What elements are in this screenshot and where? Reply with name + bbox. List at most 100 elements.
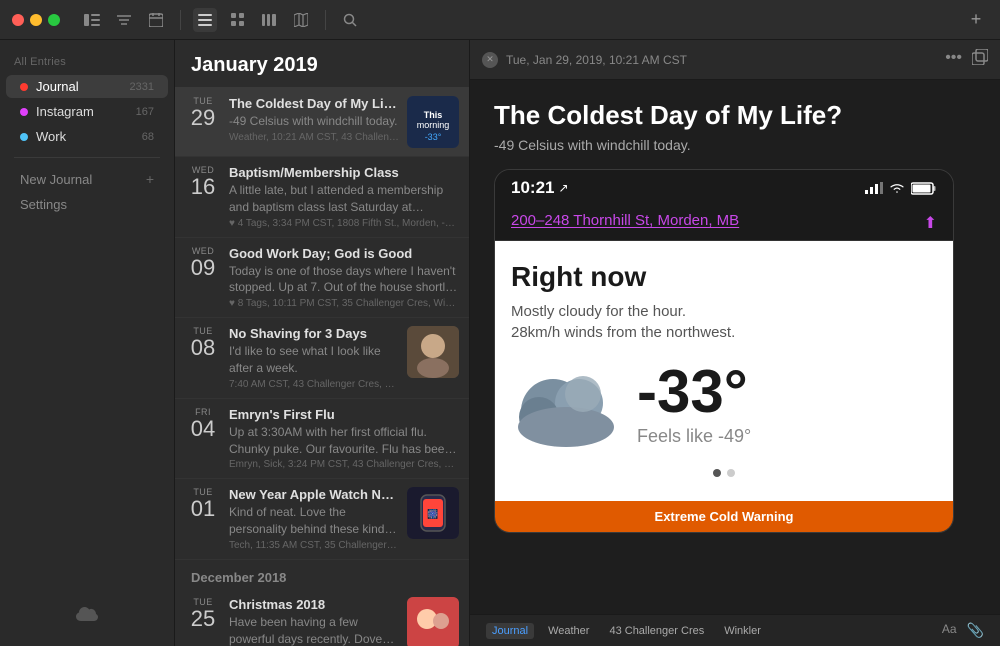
entry-day-jan01: 01 [191, 497, 215, 521]
detail-subtitle: -49 Celsius with windchill today. [494, 137, 976, 153]
entry-day-jan29: 29 [191, 106, 215, 130]
new-entry-button[interactable]: + [964, 8, 988, 32]
cloud-sync-icon [0, 597, 174, 634]
entry-meta-jan01: Tech, 11:35 AM CST, 35 Challenger Cres, … [229, 540, 399, 551]
entry-content-jan29: The Coldest Day of My Life? -49 Celsius … [229, 96, 399, 143]
phone-mockup: 10:21 ↗ [494, 169, 954, 533]
wifi-icon [889, 182, 905, 194]
sidebar-all-entries-label[interactable]: All Entries [0, 52, 174, 74]
svg-text:-33°: -33° [425, 132, 442, 142]
font-size-icon[interactable]: Aa [942, 622, 957, 639]
entry-item-jan29[interactable]: TUE 29 The Coldest Day of My Life? -49 C… [175, 88, 469, 157]
detail-more-icon[interactable]: ••• [945, 49, 962, 70]
dot-1 [713, 469, 721, 477]
entry-title-jan08: No Shaving for 3 Days [229, 326, 399, 341]
close-button[interactable] [12, 14, 24, 26]
attach-icon[interactable]: 📎 [967, 622, 984, 639]
entry-content-jan04: Emryn's First Flu Up at 3:30AM with her … [229, 407, 459, 471]
detail-title: The Coldest Day of My Life? [494, 100, 976, 131]
carousel-dots [511, 461, 937, 485]
maximize-button[interactable] [48, 14, 60, 26]
titlebar: + [0, 0, 1000, 40]
share-icon[interactable]: ⬆ [924, 213, 937, 233]
work-label: Work [36, 129, 142, 144]
cold-warning-bar: Extreme Cold Warning [495, 501, 953, 532]
calendar-icon[interactable] [144, 8, 168, 32]
entry-day-jan08: 08 [191, 336, 215, 360]
entry-meta-jan09: ♥ 8 Tags, 10:11 PM CST, 35 Challenger Cr… [229, 298, 459, 309]
map-view-icon[interactable] [289, 8, 313, 32]
journal-label: Journal [36, 79, 130, 94]
entry-item-jan16[interactable]: WED 16 Baptism/Membership Class A little… [175, 157, 469, 238]
sidebar-item-journal[interactable]: Journal 2331 [6, 75, 168, 98]
entry-meta-jan16: ♥ 4 Tags, 3:34 PM CST, 1808 Fifth St., M… [229, 218, 459, 229]
temperature-value: -33° [637, 362, 751, 422]
phone-time: 10:21 [511, 178, 554, 198]
entry-item-dec25[interactable]: TUE 25 Christmas 2018 Have been having a… [175, 589, 469, 646]
detail-footer: Journal Weather 43 Challenger Cres Winkl… [470, 614, 1000, 646]
sidebar-item-new-journal[interactable]: New Journal + [6, 167, 168, 191]
entry-day-dec25: 25 [191, 607, 215, 631]
column-view-icon[interactable] [257, 8, 281, 32]
entry-preview-jan08: I'd like to see what I look like after a… [229, 343, 399, 377]
detail-close-button[interactable]: ✕ [482, 52, 498, 68]
work-count: 68 [142, 131, 154, 143]
sidebar-item-settings[interactable]: Settings [6, 193, 168, 216]
month-header-dec2018: December 2018 [175, 560, 469, 589]
svg-text:This: This [424, 110, 443, 120]
temp-display: -33° Feels like -49° [637, 362, 751, 447]
phone-signal-icons [865, 182, 937, 195]
detail-pane: ✕ Tue, Jan 29, 2019, 10:21 AM CST ••• Th… [470, 40, 1000, 646]
settings-label: Settings [20, 197, 67, 212]
entry-day-jan16: 16 [191, 175, 215, 199]
entry-item-jan08[interactable]: TUE 08 No Shaving for 3 Days I'd like to… [175, 318, 469, 399]
footer-tag-weather[interactable]: Weather [542, 623, 595, 639]
footer-tag-city[interactable]: Winkler [718, 623, 767, 639]
toolbar-separator-2 [325, 10, 326, 30]
entry-meta-jan08: 7:40 AM CST, 43 Challenger Cres, Winkler… [229, 379, 399, 390]
entry-content-jan08: No Shaving for 3 Days I'd like to see wh… [229, 326, 399, 390]
entry-preview-jan09: Today is one of those days where I haven… [229, 263, 459, 297]
entry-list-header: January 2019 [175, 40, 469, 88]
journal-dot [20, 83, 28, 91]
footer-tag-journal[interactable]: Journal [486, 623, 534, 639]
new-journal-icon: + [146, 171, 154, 187]
entry-content-dec25: Christmas 2018 Have been having a few po… [229, 597, 399, 646]
entry-title-jan16: Baptism/Membership Class [229, 165, 459, 180]
entry-item-jan01[interactable]: TUE 01 New Year Apple Watch Notification… [175, 479, 469, 560]
work-dot [20, 133, 28, 141]
toolbar-icons [80, 8, 362, 32]
weather-header: Right now [511, 261, 937, 293]
detail-toolbar: ✕ Tue, Jan 29, 2019, 10:21 AM CST ••• [470, 40, 1000, 80]
sidebar-item-work[interactable]: Work 68 [6, 125, 168, 148]
toolbar-right: + [964, 8, 988, 32]
instagram-dot [20, 108, 28, 116]
phone-address-text[interactable]: 200–248 Thornhill St, Morden, MB [511, 212, 739, 229]
search-icon[interactable] [338, 8, 362, 32]
traffic-lights [12, 14, 60, 26]
entry-title-jan29: The Coldest Day of My Life? [229, 96, 399, 111]
sidebar-toggle-icon[interactable] [80, 8, 104, 32]
entry-title-jan01: New Year Apple Watch Notification [229, 487, 399, 502]
entry-preview-jan29: -49 Celsius with windchill today. [229, 113, 399, 130]
entry-meta-jan04: Emryn, Sick, 3:24 PM CST, 43 Challenger … [229, 459, 459, 470]
detail-actions: ••• [945, 49, 988, 70]
entry-thumb-dec25 [407, 597, 459, 646]
entry-item-jan04[interactable]: FRI 04 Emryn's First Flu Up at 3:30AM wi… [175, 399, 469, 480]
footer-tag-location[interactable]: 43 Challenger Cres [603, 623, 710, 639]
entry-item-jan09[interactable]: WED 09 Good Work Day; God is Good Today … [175, 238, 469, 319]
sidebar: All Entries Journal 2331 Instagram 167 W… [0, 40, 175, 646]
entry-date-jan16: WED 16 [185, 165, 221, 199]
entry-preview-jan01: Kind of neat. Love the personality behin… [229, 504, 399, 538]
new-journal-label: New Journal [20, 172, 92, 187]
detail-scroll[interactable]: The Coldest Day of My Life? -49 Celsius … [470, 80, 1000, 614]
entry-thumb-jan29: This morning -33° [407, 96, 459, 148]
minimize-button[interactable] [30, 14, 42, 26]
grid-view-icon[interactable] [225, 8, 249, 32]
sidebar-item-instagram[interactable]: Instagram 167 [6, 100, 168, 123]
detail-copy-icon[interactable] [972, 49, 988, 70]
filter-icon[interactable] [112, 8, 136, 32]
list-view-icon[interactable] [193, 8, 217, 32]
entry-list-scroll[interactable]: TUE 29 The Coldest Day of My Life? -49 C… [175, 88, 469, 646]
entry-thumb-jan01: 🎆 [407, 487, 459, 539]
